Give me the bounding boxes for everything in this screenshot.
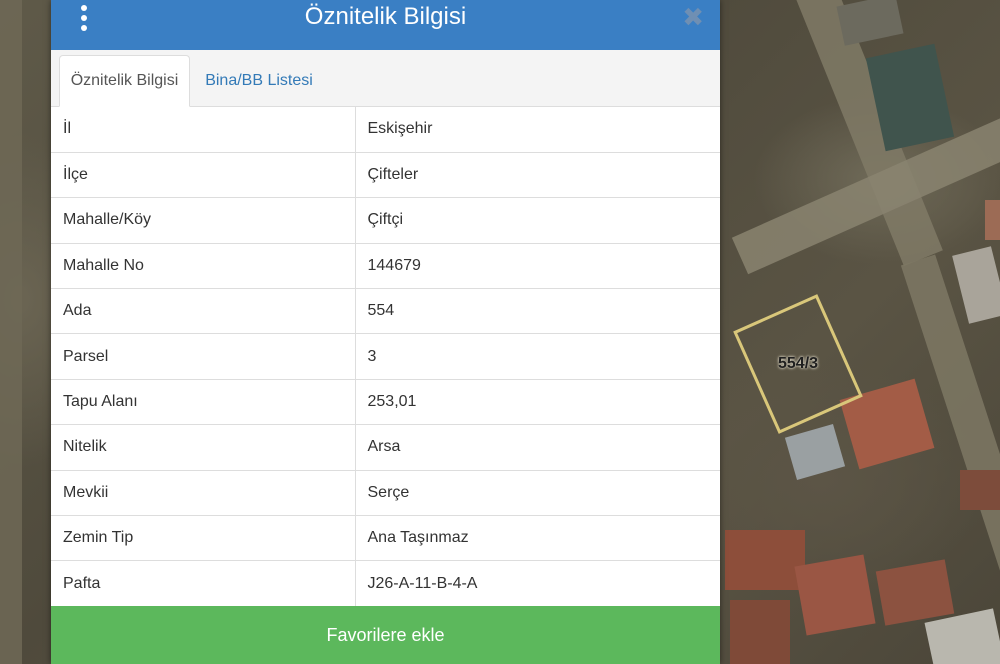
attribute-value: 253,01 <box>355 379 720 426</box>
table-row: Tapu Alanı 253,01 <box>51 379 720 426</box>
attribute-key: İl <box>51 107 356 153</box>
attribute-value: 144679 <box>355 243 720 290</box>
menu-dot <box>81 25 87 31</box>
table-row: Mevkii Serçe <box>51 470 720 517</box>
attribute-value: J26-A-11-B-4-A <box>367 574 478 592</box>
map-building <box>836 0 904 46</box>
attribute-key: Tapu Alanı <box>51 379 356 426</box>
attribute-key: İlçe <box>51 152 356 199</box>
panel-header: Öznitelik Bilgisi ✖ <box>51 0 720 50</box>
attribute-value: Çifteler <box>355 152 720 199</box>
table-row: Ada 554 <box>51 288 720 335</box>
add-to-favorites-button[interactable]: Favorilere ekle <box>51 606 720 664</box>
attribute-table: İl Eskişehir İlçe Çifteler Mahalle/Köy Ç… <box>51 107 720 607</box>
map-building <box>784 423 846 481</box>
attribute-key: Mahalle No <box>51 243 356 290</box>
attribute-value: 3 <box>355 333 720 380</box>
attribute-value: Arsa <box>355 424 720 471</box>
tab-attribute-info[interactable]: Öznitelik Bilgisi <box>59 55 190 107</box>
map-building <box>960 470 1000 510</box>
attribute-value: Ana Taşınmaz <box>355 515 720 562</box>
table-row: Parsel 3 <box>51 333 720 380</box>
attribute-key: Ada <box>51 288 356 335</box>
map-building <box>794 554 876 636</box>
attribute-value: Eskişehir <box>355 107 720 153</box>
attribute-value: Serçe <box>355 470 720 517</box>
attribute-value: Çiftçi <box>355 197 720 244</box>
tab-building-list[interactable]: Bina/BB Listesi <box>205 55 313 107</box>
panel-title: Öznitelik Bilgisi <box>304 2 467 30</box>
attribute-key: Nitelik <box>51 424 356 471</box>
tab-bar: Öznitelik Bilgisi Bina/BB Listesi <box>51 50 720 107</box>
attribute-key: Zemin Tip <box>51 515 356 562</box>
map-building <box>985 200 1000 240</box>
attribute-key: Mevkii <box>51 470 356 517</box>
attribute-key: Mahalle/Köy <box>51 197 356 244</box>
table-row: İl Eskişehir <box>51 107 720 153</box>
map-building <box>725 530 805 590</box>
parcel-label: 554/3 <box>777 355 819 373</box>
table-row: Mahalle No 144679 <box>51 243 720 290</box>
map-road <box>0 0 22 664</box>
menu-dot <box>81 5 87 11</box>
table-row: Pafta J26-A-11-B-4-A <box>51 560 720 607</box>
attribute-value: 554 <box>355 288 720 335</box>
attribute-panel: Öznitelik Bilgisi ✖ Öznitelik Bilgisi Bi… <box>51 0 720 664</box>
table-row: İlçe Çifteler <box>51 152 720 199</box>
close-icon[interactable]: ✖ <box>682 4 704 30</box>
map-building <box>875 559 955 626</box>
attribute-key: Pafta <box>51 560 356 607</box>
menu-dot <box>81 15 87 21</box>
map-building <box>952 246 1000 324</box>
table-row: Mahalle/Köy Çiftçi <box>51 197 720 244</box>
map-building <box>730 600 790 664</box>
table-row: Zemin Tip Ana Taşınmaz <box>51 515 720 562</box>
table-row: Nitelik Arsa <box>51 424 720 471</box>
attribute-key: Parsel <box>51 333 356 380</box>
kebab-menu-icon[interactable] <box>77 5 91 31</box>
